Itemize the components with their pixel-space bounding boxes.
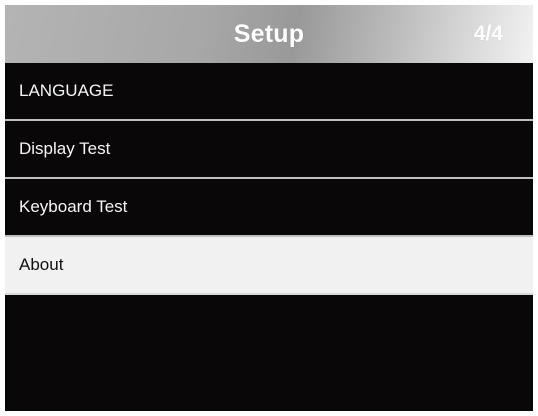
menu-item-about[interactable]: About: [5, 237, 533, 295]
page-indicator: 4/4: [473, 22, 503, 45]
menu-item-keyboard-test[interactable]: Keyboard Test: [5, 179, 533, 237]
setup-header: Setup 4/4: [5, 5, 533, 63]
page-title: Setup: [233, 19, 305, 48]
setup-menu: LANGUAGE Display Test Keyboard Test Abou…: [5, 63, 533, 295]
menu-item-language[interactable]: LANGUAGE: [5, 63, 533, 121]
device-screen: Setup 4/4 LANGUAGE Display Test Keyboard…: [5, 5, 533, 411]
menu-item-display-test[interactable]: Display Test: [5, 121, 533, 179]
